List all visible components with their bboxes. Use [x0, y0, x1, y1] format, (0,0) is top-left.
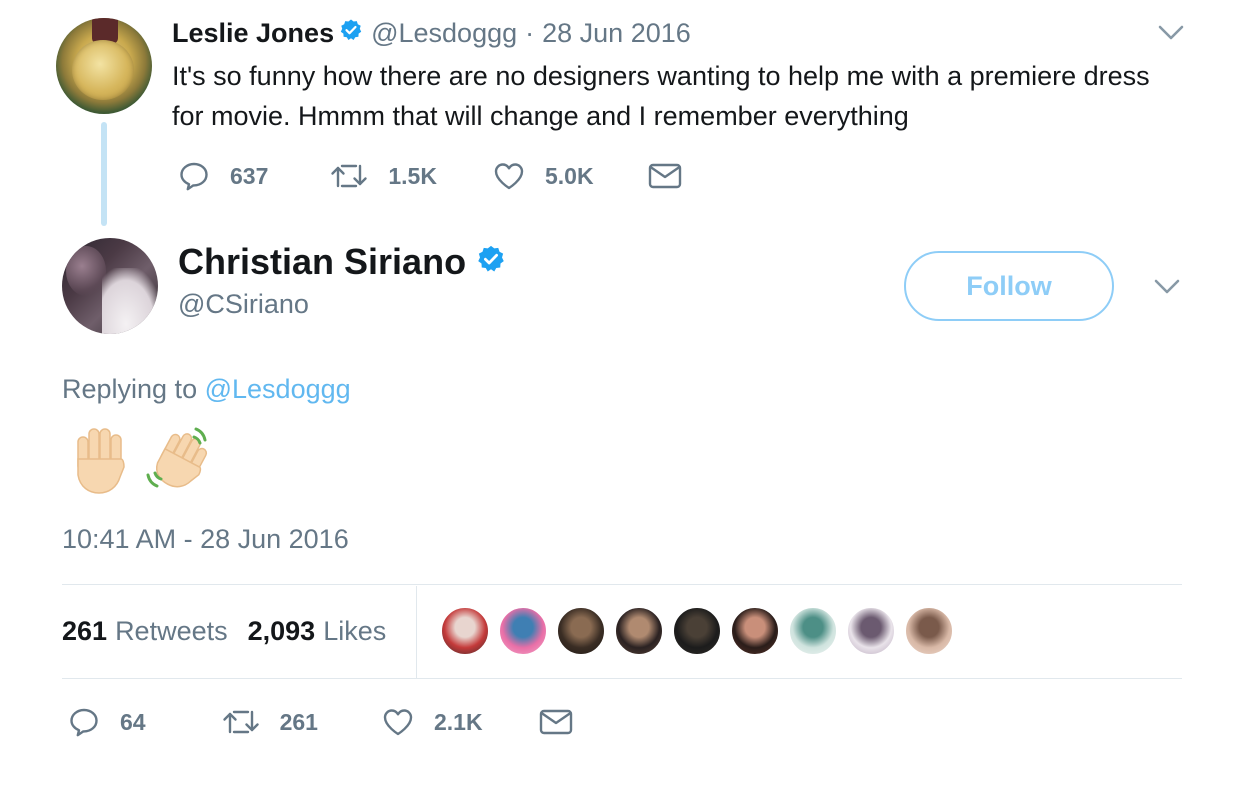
liker-avatar-4[interactable] [614, 606, 664, 656]
replying-mention-link[interactable]: @Lesdoggg [205, 374, 351, 404]
avatar-flowers [66, 246, 106, 296]
parent-date[interactable]: 28 Jun 2016 [542, 18, 691, 49]
main-like-count: 2.1K [433, 708, 483, 735]
parent-retweet-button[interactable]: 1.5K [330, 162, 437, 190]
parent-like-count: 5.0K [544, 162, 594, 189]
parent-tweet-text: It's so funny how there are no designers… [172, 61, 1150, 131]
parent-handle[interactable]: @Lesdoggg [371, 18, 517, 49]
likes-label[interactable]: Likes [323, 616, 386, 647]
stats-bottom-divider [62, 678, 1182, 679]
main-like-button[interactable]: 2.1K [382, 707, 483, 737]
heart-icon [493, 161, 525, 191]
main-reply-count: 64 [120, 708, 146, 735]
replying-prefix: Replying to [62, 374, 198, 404]
verified-badge-icon [476, 241, 506, 283]
replying-to-line: Replying to @Lesdoggg [62, 374, 351, 405]
liker-avatars-row [440, 606, 962, 656]
avatar-dress [102, 268, 158, 334]
liker-avatar-2[interactable] [498, 606, 548, 656]
raised-hand-emoji-icon [72, 423, 130, 500]
main-more-chevron-icon[interactable] [1152, 272, 1182, 302]
retweet-total[interactable]: 261 [62, 616, 107, 647]
tweet-emoji-content [72, 420, 214, 500]
leslie-jones-avatar[interactable] [56, 18, 152, 114]
parent-display-name[interactable]: Leslie Jones [172, 18, 334, 49]
main-dm-button[interactable] [539, 708, 573, 736]
liker-avatar-5[interactable] [672, 606, 722, 656]
parent-dm-button[interactable] [648, 162, 682, 190]
envelope-icon [539, 708, 573, 736]
main-reply-button[interactable]: 64 [68, 706, 146, 738]
parent-reply-count: 637 [230, 162, 269, 189]
tweet-detail-page: Leslie Jones @Lesdoggg · 28 Jun 2016 It'… [0, 0, 1254, 800]
main-retweet-button[interactable]: 261 [222, 708, 318, 736]
reply-icon [68, 706, 100, 738]
retweets-label[interactable]: Retweets [115, 616, 228, 647]
main-action-bar: 64 261 2.1K [68, 706, 573, 738]
waving-hand-emoji-icon [144, 423, 214, 500]
liker-avatar-7[interactable] [788, 606, 838, 656]
liker-avatar-1[interactable] [440, 606, 490, 656]
tweet-timestamp[interactable]: 10:41 AM - 28 Jun 2016 [62, 524, 349, 555]
follow-button[interactable]: Follow [904, 251, 1114, 321]
reply-icon [178, 160, 210, 192]
engagement-stats: 261 Retweets 2,093 Likes [62, 608, 386, 654]
heart-icon [382, 707, 414, 737]
main-display-name[interactable]: Christian Siriano [178, 241, 466, 283]
retweet-icon [222, 708, 260, 736]
envelope-icon [648, 162, 682, 190]
main-retweet-count: 261 [279, 708, 318, 735]
thread-connector-line [101, 122, 107, 226]
main-handle[interactable]: @CSiriano [178, 289, 309, 320]
christian-siriano-avatar[interactable] [62, 238, 158, 334]
stats-vertical-divider [416, 586, 417, 678]
retweet-icon [330, 162, 368, 190]
main-author-name-row: Christian Siriano [178, 238, 506, 286]
meta-separator: · [525, 17, 535, 48]
verified-badge-icon [339, 18, 363, 49]
parent-tweet-header: Leslie Jones @Lesdoggg · 28 Jun 2016 [172, 14, 691, 52]
liker-avatar-6[interactable] [730, 606, 780, 656]
liker-avatar-3[interactable] [556, 606, 606, 656]
parent-like-button[interactable]: 5.0K [493, 161, 594, 191]
parent-action-bar: 637 1.5K 5.0K [178, 160, 682, 192]
stats-top-divider [62, 584, 1182, 585]
parent-reply-button[interactable]: 637 [178, 160, 268, 192]
avatar-medal [72, 40, 134, 100]
parent-retweet-count: 1.5K [388, 162, 437, 189]
parent-more-chevron-icon[interactable] [1156, 18, 1186, 48]
like-total[interactable]: 2,093 [248, 616, 316, 647]
liker-avatar-8[interactable] [846, 606, 896, 656]
liker-avatar-9[interactable] [904, 606, 954, 656]
